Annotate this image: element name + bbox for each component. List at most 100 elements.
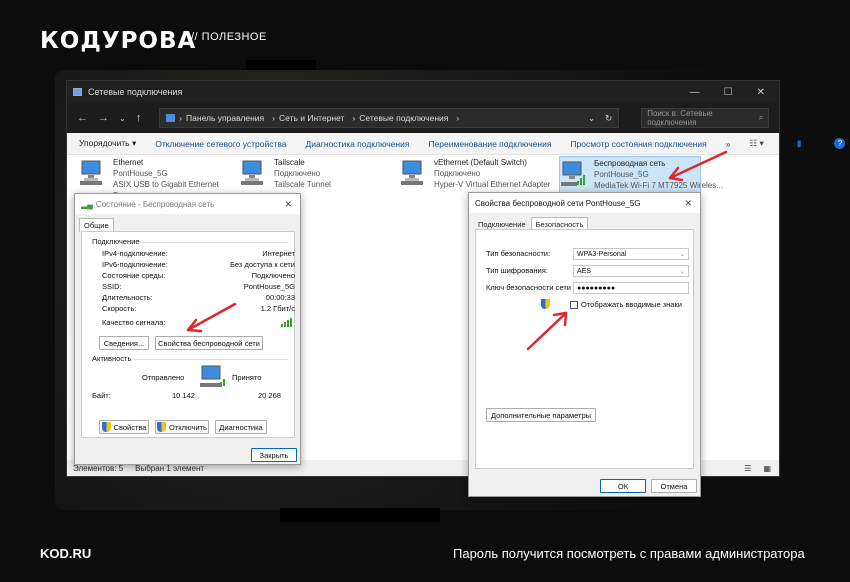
bytes-sent: 10 142 xyxy=(172,391,195,400)
rename-button[interactable]: Переименование подключения xyxy=(428,139,551,149)
security-key-label: Ключ безопасности сети xyxy=(486,283,571,292)
control-panel-icon xyxy=(166,114,176,122)
network-adapter-icon xyxy=(401,160,423,185)
adapter-status: Подключено xyxy=(434,169,481,178)
adapter-vethernet[interactable]: vEthernet (Default Switch) Подключено Hy… xyxy=(400,156,560,194)
close-icon[interactable]: ✕ xyxy=(757,87,765,98)
adapter-name: Ethernet xyxy=(113,158,144,167)
adapter-status: Подключено xyxy=(274,169,321,178)
signal-strength-icon xyxy=(281,318,292,327)
refresh-icon[interactable]: ↻ xyxy=(605,113,618,124)
divider xyxy=(134,359,288,360)
maximize-icon[interactable]: ☐ xyxy=(724,87,733,98)
close-icon[interactable]: ✕ xyxy=(684,198,700,209)
adapter-name: Tailscale xyxy=(274,158,305,167)
disable-button[interactable]: Отключить xyxy=(155,420,209,434)
received-label: Принято xyxy=(232,373,262,382)
explorer-titlebar: Сетевые подключения — ☐ ✕ xyxy=(67,81,779,103)
explorer-title: Сетевые подключения xyxy=(88,87,183,97)
search-input[interactable]: Поиск в: Сетевые подключения ⌕ xyxy=(641,108,770,128)
view-options-icon[interactable]: ☷ ▾ xyxy=(749,138,763,149)
deco-bar xyxy=(280,508,440,522)
adapter-ethernet[interactable]: Ethernet PontHouse_5G ASIX USB to Gigabi… xyxy=(79,156,239,200)
encryption-select[interactable]: AES ⌄ xyxy=(573,265,689,277)
divider xyxy=(138,242,288,243)
status-row: Состояние среды: Подключено xyxy=(102,271,295,280)
minimize-icon[interactable]: — xyxy=(690,87,700,98)
forward-icon[interactable]: → xyxy=(98,112,109,124)
red-arrow-icon xyxy=(668,150,728,182)
network-activity-icon xyxy=(200,365,225,387)
status-tabs: Общие xyxy=(75,214,300,232)
details-view-icon[interactable]: ☰ xyxy=(744,464,751,473)
security-type-label: Тип безопасности: xyxy=(486,249,551,258)
up-icon[interactable]: ↑ xyxy=(136,112,142,124)
wifi-properties-dialog: Свойства беспроводной сети PontHouse_5G … xyxy=(468,192,701,497)
close-button[interactable]: Закрыть xyxy=(251,448,297,462)
wireless-properties-button[interactable]: Свойства беспроводной сети xyxy=(155,336,263,350)
breadcrumb-item[interactable]: Панель управления xyxy=(186,113,264,123)
shield-icon xyxy=(101,422,111,432)
caption: Пароль получится посмотреть с правами ад… xyxy=(453,546,805,561)
network-icon xyxy=(73,88,82,96)
navigation-bar: ← → ⌄ ↑ › Панель управления › Сеть и Инте… xyxy=(67,103,779,133)
preview-pane-icon[interactable]: ▮ xyxy=(797,138,802,149)
security-type-select[interactable]: WPA3-Personal ⌄ xyxy=(573,248,689,260)
network-adapter-icon xyxy=(241,160,263,185)
breadcrumb-item[interactable]: Сетевые подключения xyxy=(359,113,448,123)
bytes-label: Байт: xyxy=(92,391,111,400)
diagnose-button[interactable]: Диагностика xyxy=(215,420,267,434)
tab-general[interactable]: Общие xyxy=(79,218,114,232)
brand-logo: КОДУРОВА xyxy=(40,28,197,54)
status-dialog-titlebar: ▂▄ Состояние - Беспроводная сеть ✕ xyxy=(75,194,300,214)
view-status-button[interactable]: Просмотр состояния подключения xyxy=(570,139,706,149)
close-icon[interactable]: ✕ xyxy=(284,199,300,210)
wifi-icon: ▂▄ xyxy=(81,199,93,209)
wifi-dialog-titlebar: Свойства беспроводной сети PontHouse_5G … xyxy=(469,193,700,213)
activity-group-label: Активность xyxy=(92,354,132,363)
adapter-device: Tailscale Tunnel xyxy=(274,180,331,189)
network-adapter-icon xyxy=(80,160,102,185)
bytes-received: 20 268 xyxy=(258,391,281,400)
organize-button[interactable]: Упорядочить ▾ xyxy=(79,138,136,149)
wifi-dialog-title: Свойства беспроводной сети PontHouse_5G xyxy=(475,198,641,208)
chevron-down-icon: ⌄ xyxy=(679,268,685,275)
adapter-tailscale[interactable]: Tailscale Подключено Tailscale Tunnel xyxy=(240,156,400,194)
status-row: IPv4-подключение: Интернет xyxy=(102,249,295,258)
chevron-down-icon[interactable]: ⌄ xyxy=(119,114,126,123)
security-panel: Тип безопасности: WPA3-Personal ⌄ Тип шиф… xyxy=(475,229,694,469)
properties-button[interactable]: Свойства xyxy=(99,420,149,434)
disable-device-button[interactable]: Отключение сетевого устройства xyxy=(155,139,286,149)
dropdown-icon[interactable]: ⌄ xyxy=(588,113,601,124)
brand-tag: // ПОЛЕЗНОЕ xyxy=(191,31,267,43)
breadcrumb-item[interactable]: Сеть и Интернет xyxy=(279,113,344,123)
ok-button[interactable]: ОК xyxy=(600,479,646,493)
shield-icon xyxy=(157,422,167,432)
back-icon[interactable]: ← xyxy=(77,112,88,124)
sent-label: Отправлено xyxy=(142,373,185,382)
cancel-button[interactable]: Отмена xyxy=(651,479,697,493)
adapter-name: vEthernet (Default Switch) xyxy=(434,158,527,167)
encryption-label: Тип шифрования: xyxy=(486,266,548,275)
advanced-settings-button[interactable]: Дополнительные параметры xyxy=(486,408,596,422)
status-row: IPv6-подключение: Без доступа к сети xyxy=(102,260,295,269)
more-icon[interactable]: » xyxy=(726,139,731,149)
chevron-down-icon: ⌄ xyxy=(679,251,685,258)
site-name: KOD.RU xyxy=(40,546,92,561)
help-icon[interactable]: ? xyxy=(834,138,846,149)
adapter-status: PontHouse_5G xyxy=(113,169,168,178)
status-row: SSID: PontHouse_5G xyxy=(102,282,295,291)
tiles-view-icon[interactable]: ▦ xyxy=(763,464,779,473)
details-button[interactable]: Сведения... xyxy=(99,336,149,350)
page: КОДУРОВА // ПОЛЕЗНОЕ Сетевые подключения… xyxy=(0,0,850,582)
wifi-adapter-icon xyxy=(561,161,585,186)
status-dialog-title: Состояние - Беспроводная сеть xyxy=(95,199,215,209)
diagnose-button[interactable]: Диагностика подключения xyxy=(306,139,410,149)
search-icon: ⌕ xyxy=(758,113,764,122)
red-arrow-icon xyxy=(186,302,237,333)
security-key-field[interactable]: ●●●●●●●●● xyxy=(573,282,689,294)
adapter-device: Hyper-V Virtual Ethernet Adapter xyxy=(434,180,551,189)
address-bar[interactable]: › Панель управления › Сеть и Интернет › Се… xyxy=(159,108,620,128)
show-characters-option[interactable]: Отображать вводимые знаки xyxy=(570,300,682,309)
red-arrow-icon xyxy=(526,311,568,351)
